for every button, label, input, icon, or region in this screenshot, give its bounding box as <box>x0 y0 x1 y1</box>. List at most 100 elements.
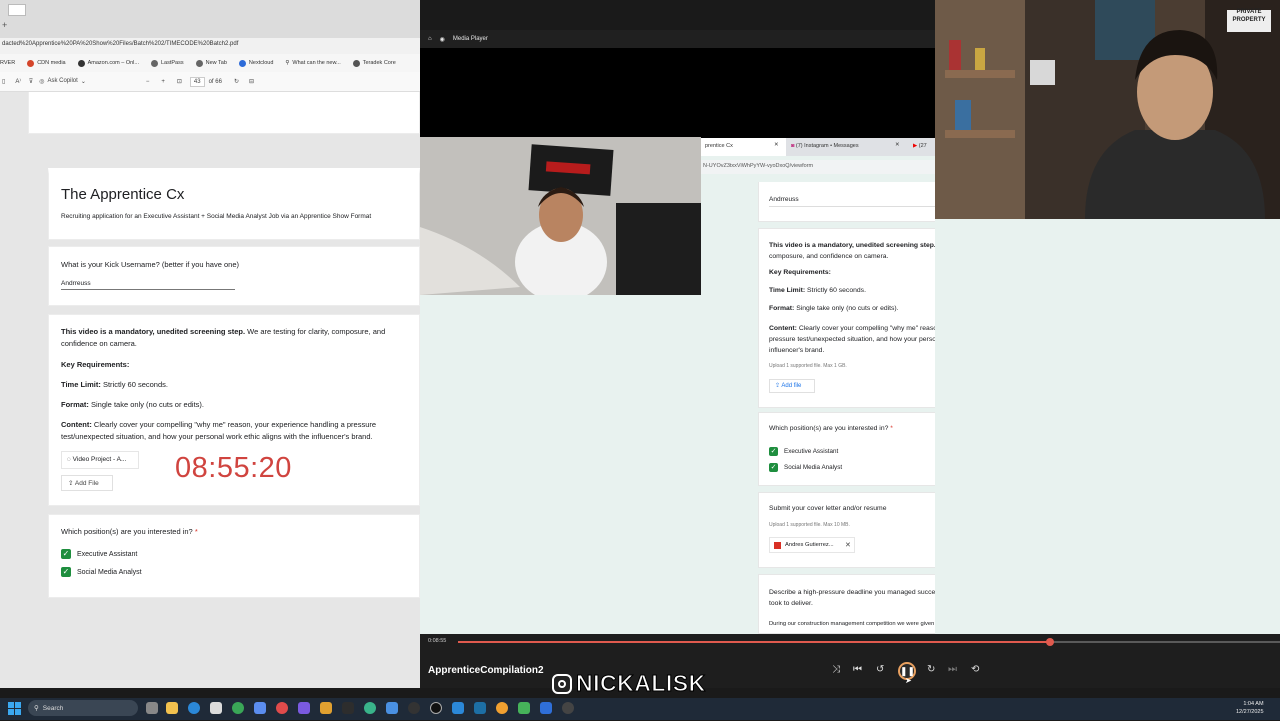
store-icon[interactable] <box>210 702 222 714</box>
bookmark-item[interactable]: Teradek Core <box>352 59 396 67</box>
format-line: Format: Single take only (no cuts or edi… <box>769 305 899 312</box>
remove-file-icon[interactable]: ✕ <box>845 541 851 549</box>
bookmark-item[interactable]: CDN media <box>27 59 66 67</box>
bookmark-item[interactable]: RVER <box>0 60 15 66</box>
form-title: The Apprentice Cx <box>61 186 185 203</box>
page-count: of 66 <box>208 78 222 85</box>
checkbox-checked-icon[interactable]: ✓ <box>61 567 71 577</box>
checkbox-option[interactable]: ✓ Executive Assistant <box>61 549 137 559</box>
ask-copilot-button[interactable]: ◎ Ask Copilot ⌄ <box>39 78 86 85</box>
app-icon[interactable] <box>254 702 266 714</box>
globe-icon <box>150 59 158 67</box>
copilot-icon: ◎ <box>39 79 45 85</box>
app-icon[interactable] <box>298 702 310 714</box>
app-icon[interactable] <box>320 702 332 714</box>
rewind-10-icon[interactable]: ↺ <box>876 664 884 675</box>
app-icon[interactable] <box>518 702 530 714</box>
checkbox-option[interactable]: ✓ Social Media Analyst <box>769 463 842 472</box>
form-header-card: The Apprentice Cx Recruiting application… <box>48 168 420 240</box>
zoom-in-button[interactable]: + <box>161 79 165 85</box>
search-icon: ⚲ <box>34 705 39 712</box>
position-question-card: Which position(s) are you interested in?… <box>48 514 420 598</box>
browser-tab[interactable]: ▶ (27 <box>913 143 927 149</box>
applicant-video-frame <box>420 137 701 295</box>
close-tab-icon[interactable]: ✕ <box>774 142 779 148</box>
app-icon[interactable] <box>540 702 552 714</box>
pdf-toolbar: ▯ A⁾ ⊽ ◎ Ask Copilot ⌄ − + ⊡ 43 of 66 ↻ ⊟ <box>0 72 420 92</box>
app-icon[interactable] <box>474 702 486 714</box>
streamer-webcam: PRIVATE PROPERTY <box>935 0 1280 219</box>
checkbox-checked-icon[interactable]: ✓ <box>769 447 778 456</box>
shuffle-icon[interactable]: ⤨ <box>832 664 840 675</box>
zoom-out-button[interactable]: − <box>146 79 150 85</box>
read-aloud-icon[interactable]: A⁾ <box>15 78 20 85</box>
windows-start-button[interactable] <box>8 702 22 716</box>
app-icon[interactable] <box>496 702 508 714</box>
draw-icon[interactable]: ⊽ <box>29 78 33 85</box>
pdf-page-top <box>28 92 420 134</box>
page-view-icon[interactable]: ⊟ <box>249 78 254 85</box>
add-file-button[interactable]: ⇪ Add file <box>769 379 815 393</box>
app-icon[interactable] <box>386 702 398 714</box>
streamer-webcam-frame <box>935 0 1280 219</box>
player-background <box>935 219 1280 635</box>
close-tab-icon[interactable]: ✕ <box>895 142 900 148</box>
private-property-sign: PRIVATE PROPERTY <box>1232 9 1266 23</box>
edge-icon[interactable] <box>188 702 200 714</box>
browser-tab[interactable]: ◙ (7) Instagram • Messages <box>791 143 859 149</box>
browser-tab[interactable] <box>8 4 26 16</box>
address-bar[interactable]: N-UYOvZ3txxViWhPyYW-vyoDxoQ/viewform <box>701 160 935 174</box>
task-view-icon[interactable] <box>146 702 158 714</box>
sidebar-toggle-icon[interactable]: ▯ <box>2 78 5 85</box>
pdf-titlebar: + <box>0 0 420 38</box>
page-number-input[interactable]: 43 <box>189 76 205 87</box>
checkbox-option[interactable]: ✓ Social Media Analyst <box>61 567 142 577</box>
bookmark-item[interactable]: LastPass <box>150 59 184 67</box>
bookmarks-bar: RVER CDN media Amazon.com – Onl... LastP… <box>0 54 420 72</box>
uploaded-file-chip[interactable]: ◌ Video Project - A... <box>61 451 139 469</box>
time-limit-line: Time Limit: Strictly 60 seconds. <box>61 380 168 389</box>
app-icon[interactable] <box>430 702 442 714</box>
checkbox-checked-icon[interactable]: ✓ <box>769 463 778 472</box>
countdown-timer: 08:55:20 <box>175 452 292 484</box>
address-bar[interactable]: dacted%20Apprentice%20PA%20Show%20Files/… <box>0 38 420 54</box>
taskbar-clock[interactable]: 1:04 AM 12/27/2025 <box>1236 700 1264 716</box>
previous-track-icon[interactable]: ⏮ <box>853 664 862 675</box>
chrome-icon[interactable] <box>232 702 244 714</box>
bookmark-item[interactable]: Nextcloud <box>238 59 273 67</box>
app-icon[interactable] <box>276 702 288 714</box>
teradek-icon <box>352 59 360 67</box>
rotate-icon[interactable]: ↻ <box>234 78 239 85</box>
checkbox-option[interactable]: ✓ Executive Assistant <box>769 447 838 456</box>
video-letterbox <box>420 48 935 138</box>
uploaded-file-chip[interactable]: Andres Gutierrez... <box>769 537 855 553</box>
file-explorer-icon[interactable] <box>166 702 178 714</box>
seek-handle[interactable] <box>1045 638 1054 646</box>
bookmark-item[interactable]: ⚲ What can the new... <box>285 60 340 66</box>
bookmark-item[interactable]: New Tab <box>195 59 227 67</box>
app-icon[interactable] <box>342 702 354 714</box>
next-track-icon[interactable]: ⏭ <box>948 664 957 675</box>
instructions-intro: This video is a mandatory, unedited scre… <box>61 327 386 348</box>
question-title: What is your Kick Username? (better if y… <box>61 260 239 269</box>
repeat-icon[interactable]: ⟲ <box>971 664 979 675</box>
add-file-button[interactable]: ⇪ Add File <box>61 475 113 491</box>
taskbar-search[interactable]: ⚲ Search <box>28 700 138 716</box>
app-icon[interactable] <box>364 702 376 714</box>
home-icon[interactable]: ⌂ <box>428 36 432 42</box>
fit-page-icon[interactable]: ⊡ <box>177 78 182 85</box>
time-limit-line: Time Limit: Strictly 60 seconds. <box>769 287 866 294</box>
nextcloud-icon <box>238 59 246 67</box>
obs-icon[interactable] <box>408 702 420 714</box>
bookmark-item[interactable]: Amazon.com – Onl... <box>77 59 139 67</box>
content-line: Content: Clearly cover your compelling "… <box>61 420 377 441</box>
answer-text: Andrreuss <box>61 280 235 290</box>
instagram-icon <box>552 673 572 694</box>
forward-30-icon[interactable]: ↻ <box>927 664 935 675</box>
key-requirements-heading: Key Requirements: <box>769 269 831 276</box>
app-icon[interactable] <box>452 702 464 714</box>
new-tab-icon[interactable]: + <box>2 20 7 30</box>
media-player-taskbar-icon[interactable] <box>562 702 574 714</box>
checkbox-checked-icon[interactable]: ✓ <box>61 549 71 559</box>
window-title: Media Player <box>452 36 488 42</box>
